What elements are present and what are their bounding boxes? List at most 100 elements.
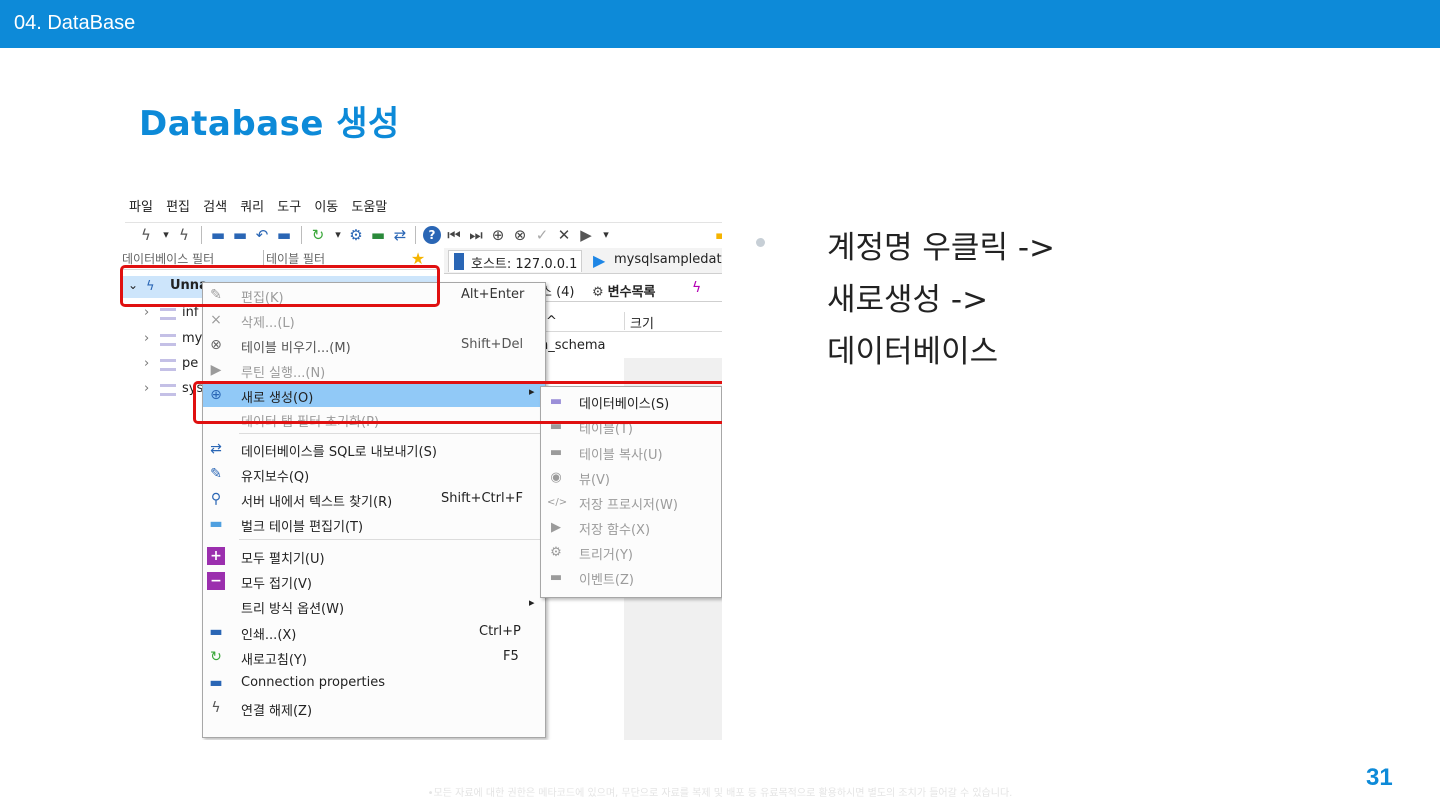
menu-item-shortcut: Ctrl+P <box>479 624 521 639</box>
menu-item-shortcut: Shift+Ctrl+F <box>441 491 523 506</box>
submenu-item-label: 저장 프로시저(W) <box>579 498 678 513</box>
toolbar-separator <box>301 226 302 244</box>
tree-item-label: pe <box>182 356 199 371</box>
menu-query[interactable]: 쿼리 <box>240 196 264 215</box>
menu-item-label: 서버 내에서 텍스트 찾기(R) <box>241 495 393 510</box>
chevron-right-icon[interactable]: › <box>144 356 149 371</box>
menu-item-label: 데이터베이스를 SQL로 내보내기(S) <box>241 445 437 460</box>
copy-icon[interactable]: ▬ <box>209 226 227 244</box>
menu-help[interactable]: 도움말 <box>351 196 387 215</box>
connect-icon[interactable]: ϟ <box>137 226 155 244</box>
menu-item-empty-table[interactable]: ⊗ 테이블 비우기...(M) Shift+Del <box>203 333 545 357</box>
folder-icon[interactable]: ▬ <box>713 226 722 244</box>
subtab-variables-label: 변수목록 <box>607 285 656 300</box>
refresh-icon[interactable]: ↻ <box>309 226 327 244</box>
grid-header: ^ 크기 <box>540 310 722 332</box>
toolbar: ϟ ▾ ϟ ▬ ▬ ↶ ▬ ↻ ▾ ⚙ ▬ ⇄ ? ⏮ ⏭ ⊕ ⊗ ✓ ✕ ▶ … <box>125 222 722 246</box>
cancel-icon[interactable]: ⊗ <box>511 226 529 244</box>
export-icon[interactable]: ⇄ <box>391 226 409 244</box>
menu-item-shortcut: Alt+Enter <box>461 287 525 302</box>
grid-column-size[interactable]: 크기 <box>630 313 654 332</box>
menu-item-expand-all[interactable]: + 모두 펼치기(U) <box>203 544 545 568</box>
submenu-item-event[interactable]: ▬ 이벤트(Z) <box>541 565 721 590</box>
menu-item-maintenance[interactable]: ✎ 유지보수(Q) <box>203 462 545 486</box>
menu-item-refresh[interactable]: ↻ 새로고침(Y) F5 <box>203 645 545 669</box>
add-icon[interactable]: ⊕ <box>489 226 507 244</box>
minus-icon: − <box>207 572 225 590</box>
submenu-item-copy-table[interactable]: ▬ 테이블 복사(U) <box>541 440 721 465</box>
tab-host[interactable]: 호스트: 127.0.0.1 <box>448 250 583 272</box>
submenu-item-view[interactable]: ◉ 뷰(V) <box>541 465 721 490</box>
submenu-item-trigger[interactable]: ⚙ 트리거(Y) <box>541 540 721 565</box>
eye-icon: ◉ <box>550 470 562 485</box>
refresh-icon: ↻ <box>210 649 222 665</box>
first-icon[interactable]: ⏮ <box>445 226 463 244</box>
check-icon[interactable]: ✓ <box>533 226 551 244</box>
menu-file[interactable]: 파일 <box>129 196 153 215</box>
instruction-line: 새로생성 -> <box>827 282 989 318</box>
dropdown-icon[interactable]: ▾ <box>329 226 347 244</box>
menu-item-find-text[interactable]: ⚲ 서버 내에서 텍스트 찾기(R) Shift+Ctrl+F <box>203 487 545 511</box>
dropdown-icon[interactable]: ▾ <box>597 226 615 244</box>
code-icon: </> <box>547 497 568 508</box>
menu-item-bulk-editor[interactable]: ▬ 벌크 테이블 편집기(T) <box>203 512 545 536</box>
paste-icon[interactable]: ▬ <box>231 226 249 244</box>
close-icon[interactable]: ✕ <box>555 226 573 244</box>
menu-item-disconnect[interactable]: ϟ 연결 해제(Z) <box>203 696 545 720</box>
chevron-right-icon[interactable]: › <box>144 381 149 396</box>
submenu-item-label: 저장 함수(X) <box>579 523 651 538</box>
menu-item-label: 모두 펼치기(U) <box>241 552 325 567</box>
dropdown-icon[interactable]: ▾ <box>157 226 175 244</box>
print-icon[interactable]: ▬ <box>275 226 293 244</box>
grid-column-name[interactable]: ^ <box>546 314 557 329</box>
submenu-item-label: 트리거(Y) <box>579 548 633 563</box>
menu-item-collapse-all[interactable]: − 모두 접기(V) <box>203 569 545 593</box>
play-icon: ▶ <box>210 362 222 378</box>
menu-item-label: 연결 해제(Z) <box>241 704 313 719</box>
undo-icon[interactable]: ↶ <box>253 226 271 244</box>
help-icon[interactable]: ? <box>423 226 441 244</box>
import-icon[interactable]: ▬ <box>369 226 387 244</box>
database-icon <box>160 384 176 396</box>
subtab-variables[interactable]: ⚙ 변수목록 <box>592 281 656 300</box>
menu-item-label: 인쇄...(X) <box>241 628 297 643</box>
menu-item-tree-options[interactable]: 트리 방식 옵션(W) ▸ <box>203 594 545 618</box>
bullet-dot <box>756 238 765 247</box>
menu-item-label: 루틴 실행...(N) <box>241 366 326 381</box>
menu-item-label: 모두 접기(V) <box>241 577 313 592</box>
menu-go[interactable]: 이동 <box>314 196 338 215</box>
user-manager-icon[interactable]: ⚙ <box>347 226 365 244</box>
bolt-icon[interactable]: ϟ <box>692 280 701 296</box>
instruction-text: 계정명 우클릭 -> 새로생성 -> 데이터베이스 <box>827 222 1055 378</box>
menu-item-delete[interactable]: × 삭제...(L) <box>203 308 545 332</box>
grid-row[interactable]: n_schema <box>540 338 606 353</box>
menu-item-label: 트리 방식 옵션(W) <box>241 602 345 617</box>
tab-query[interactable]: ▶ mysqlsampledat <box>590 250 722 272</box>
export-icon: ⇄ <box>210 441 222 457</box>
disconnect-icon[interactable]: ϟ <box>175 226 193 244</box>
copy-table-icon: ▬ <box>549 445 563 460</box>
play-icon[interactable]: ▶ <box>577 226 595 244</box>
toolbar-separator <box>201 226 202 244</box>
menu-item-export-sql[interactable]: ⇄ 데이터베이스를 SQL로 내보내기(S) <box>203 437 545 461</box>
section-title: 04. DataBase <box>14 12 136 34</box>
chevron-right-icon[interactable]: › <box>144 331 149 346</box>
gear-icon: ⚙ <box>550 545 562 560</box>
server-icon: ▬ <box>209 675 223 691</box>
chevron-right-icon[interactable]: › <box>144 305 149 320</box>
menu-item-label: 유지보수(Q) <box>241 470 310 485</box>
menu-item-connection-properties[interactable]: ▬ Connection properties <box>203 671 545 695</box>
menu-item-run-routine[interactable]: ▶ 루틴 실행...(N) <box>203 358 545 382</box>
last-icon[interactable]: ⏭ <box>467 226 485 244</box>
search-icon: ⚲ <box>210 491 222 507</box>
submenu-item-function[interactable]: ▶ 저장 함수(X) <box>541 515 721 540</box>
menu-edit[interactable]: 편집 <box>166 196 190 215</box>
menu-tools[interactable]: 도구 <box>277 196 301 215</box>
disconnect-icon: ϟ <box>211 700 221 716</box>
menu-search[interactable]: 검색 <box>203 196 227 215</box>
menu-item-print[interactable]: ▬ 인쇄...(X) Ctrl+P <box>203 620 545 644</box>
menu-item-label: 벌크 테이블 편집기(T) <box>241 520 364 535</box>
annotation-create-highlight <box>193 381 722 424</box>
submenu-item-procedure[interactable]: </> 저장 프로시저(W) <box>541 490 721 515</box>
instruction-line: 계정명 우클릭 -> <box>827 230 1055 266</box>
